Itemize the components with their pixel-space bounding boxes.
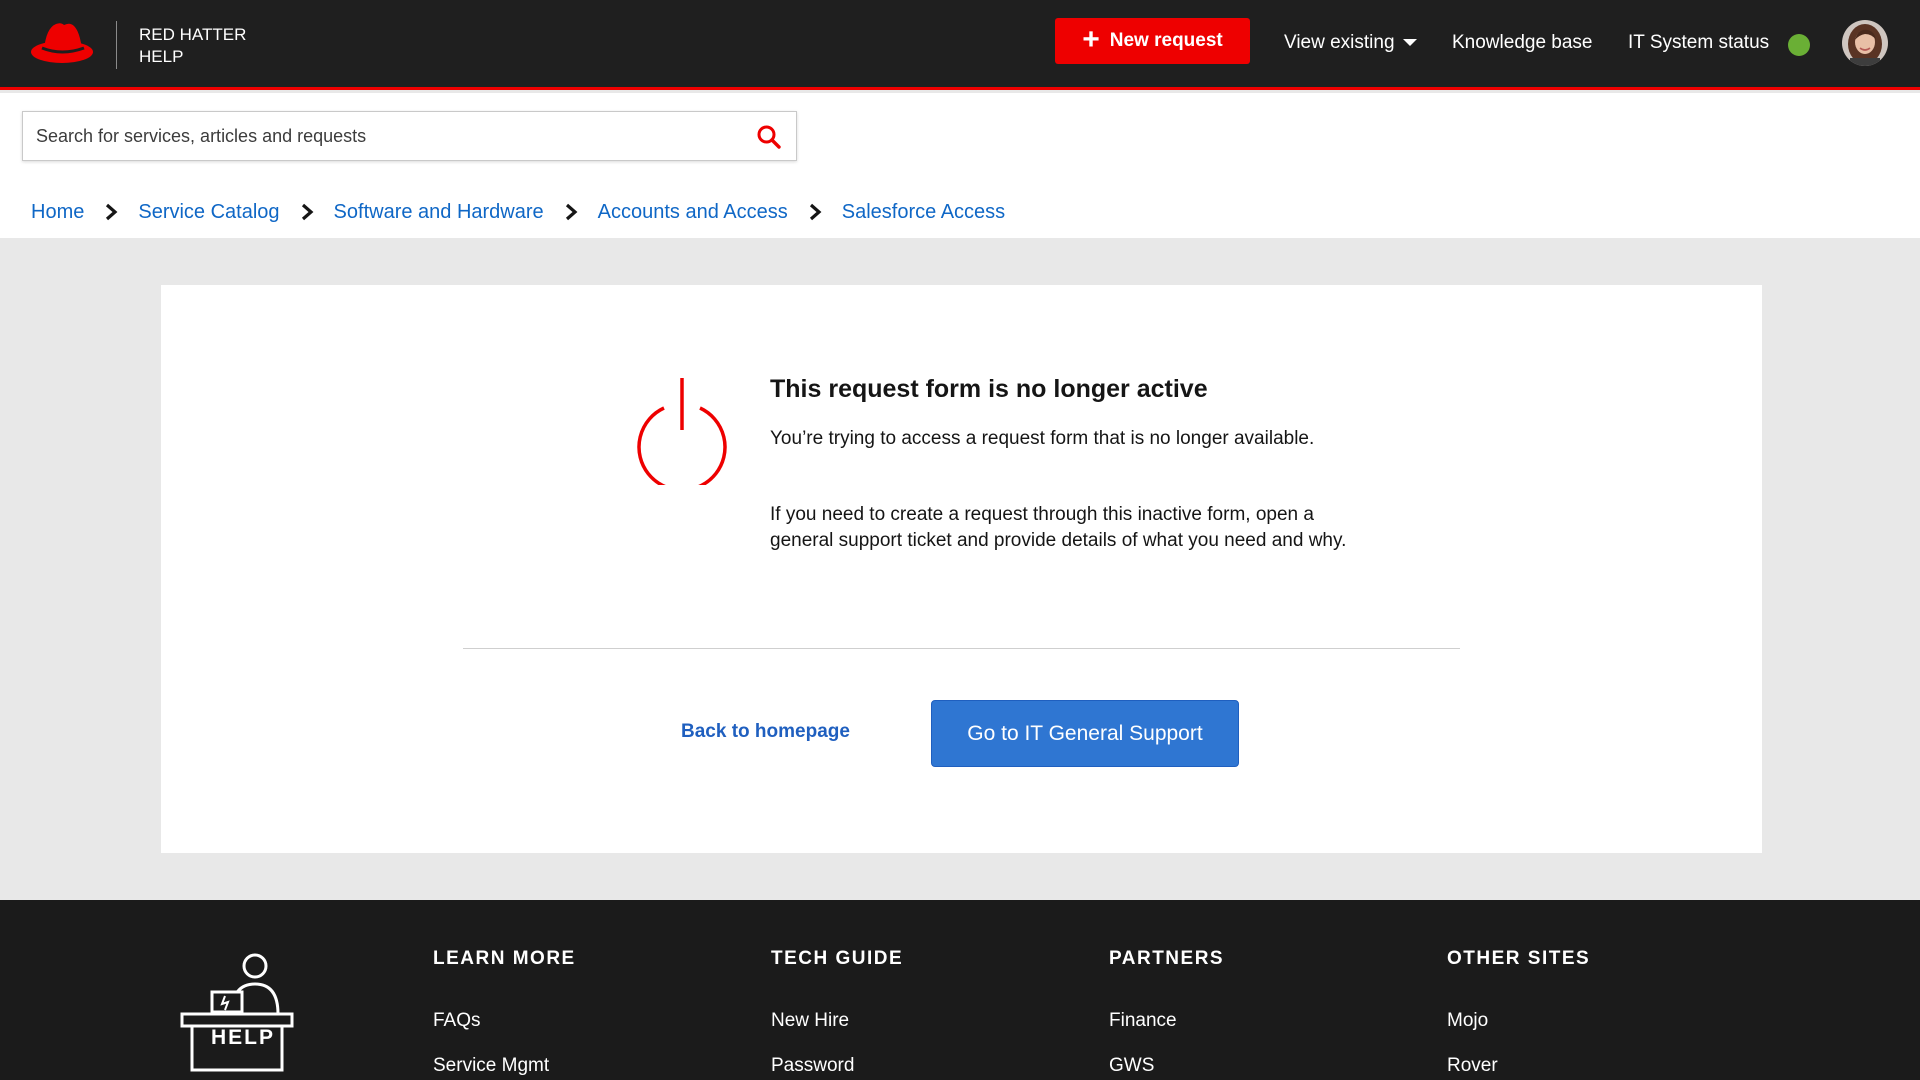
footer-link-rover[interactable]: Rover [1447,1055,1498,1077]
breadcrumb-software-hardware[interactable]: Software and Hardware [334,201,544,224]
new-request-label: New request [1109,30,1223,51]
power-icon [637,378,727,485]
search-box [22,111,797,161]
search-icon[interactable] [756,124,782,150]
help-label: HELP [211,1026,276,1049]
message-paragraph-1: You’re trying to access a request form t… [770,428,1315,449]
caret-down-icon [1402,39,1417,47]
new-request-button[interactable]: + New request [1055,18,1250,64]
chevron-right-icon [809,203,822,221]
search-input[interactable] [23,112,743,160]
footer-link-password[interactable]: Password [771,1055,854,1077]
user-avatar[interactable] [1842,20,1888,66]
breadcrumb: Home Service Catalog Software and Hardwa… [31,197,1005,227]
brand-divider [116,21,117,69]
back-to-homepage-link[interactable]: Back to homepage [681,721,850,743]
brand-name[interactable]: RED HATTER HELP [139,24,246,68]
footer-link-faqs[interactable]: FAQs [433,1010,481,1032]
footer-heading: OTHER SITES [1447,948,1591,969]
footer: HELP LEARN MORE FAQs Service Mgmt TECH G… [0,900,1920,1080]
footer-heading: PARTNERS [1109,948,1225,969]
view-existing-dropdown[interactable]: View existing [1284,32,1417,54]
go-to-it-general-support-button[interactable]: Go to IT General Support [931,700,1239,767]
breadcrumb-salesforce-access[interactable]: Salesforce Access [842,201,1005,224]
help-desk-icon [180,953,294,1072]
footer-column-tech-guide: TECH GUIDE New Hire Password [771,948,904,1076]
brand-line-1: RED HATTER [139,25,247,44]
footer-column-partners: PARTNERS Finance GWS [1109,948,1225,1076]
chevron-right-icon [106,203,118,221]
search-breadcrumb-band: Home Service Catalog Software and Hardwa… [0,93,1920,238]
chevron-right-icon [565,203,578,221]
it-system-status-link[interactable]: IT System status [1628,32,1769,54]
red-hat-logo-icon[interactable] [30,18,94,68]
brand-line-2: HELP [139,47,184,66]
breadcrumb-service-catalog[interactable]: Service Catalog [138,201,279,224]
footer-heading: LEARN MORE [433,948,576,969]
chevron-right-icon [301,203,313,221]
footer-link-new-hire[interactable]: New Hire [771,1010,849,1032]
status-indicator-icon [1788,34,1810,56]
footer-link-finance[interactable]: Finance [1109,1010,1177,1032]
footer-heading: TECH GUIDE [771,948,904,969]
footer-column-learn-more: LEARN MORE FAQs Service Mgmt [433,948,576,1076]
plus-icon: + [1082,22,1100,56]
footer-column-other-sites: OTHER SITES Mojo Rover [1447,948,1591,1076]
card-divider [463,648,1460,649]
knowledge-base-link[interactable]: Knowledge base [1452,32,1593,54]
view-existing-label: View existing [1284,32,1395,53]
breadcrumb-home[interactable]: Home [31,201,84,224]
footer-link-gws[interactable]: GWS [1109,1055,1154,1077]
top-navbar: RED HATTER HELP + New request View exist… [0,0,1920,90]
footer-link-mojo[interactable]: Mojo [1447,1010,1488,1032]
inactive-form-card: This request form is no longer active Yo… [161,285,1762,853]
breadcrumb-accounts-access[interactable]: Accounts and Access [598,201,788,224]
message-title: This request form is no longer active [770,375,1208,403]
message-paragraph-2: If you need to create a request through … [770,504,1347,551]
footer-link-service-mgmt[interactable]: Service Mgmt [433,1055,549,1077]
